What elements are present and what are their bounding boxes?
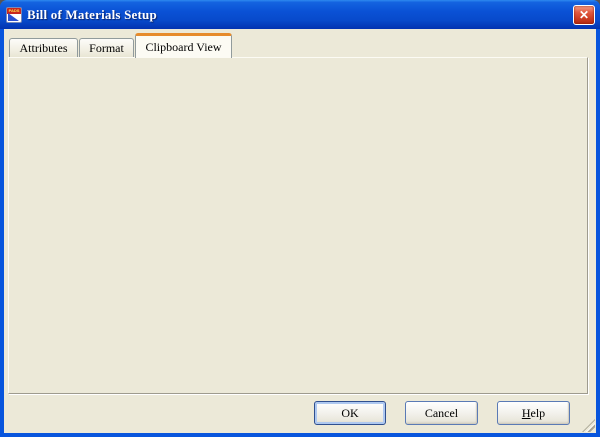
window-title: Bill of Materials Setup xyxy=(27,7,157,23)
tab-page-clipboard-view xyxy=(8,57,588,394)
tab-format[interactable]: Format xyxy=(79,38,134,58)
pads-icon-pen xyxy=(8,13,19,21)
cancel-button[interactable]: Cancel xyxy=(405,401,478,425)
title-bar[interactable]: PADS Bill of Materials Setup ✕ xyxy=(0,0,600,29)
ok-button[interactable]: OK xyxy=(314,401,386,425)
bill-of-materials-dialog: PADS Bill of Materials Setup ✕ Attribute… xyxy=(0,0,600,437)
pads-icon: PADS xyxy=(6,7,22,23)
resize-grip[interactable] xyxy=(582,419,595,432)
help-button[interactable]: Help xyxy=(497,401,570,425)
tab-attributes[interactable]: Attributes xyxy=(9,38,78,58)
close-button[interactable]: ✕ xyxy=(573,5,595,25)
dialog-body: Attributes Format Clipboard View Item Qt… xyxy=(4,29,596,433)
tab-clipboard-view[interactable]: Clipboard View xyxy=(135,33,232,58)
